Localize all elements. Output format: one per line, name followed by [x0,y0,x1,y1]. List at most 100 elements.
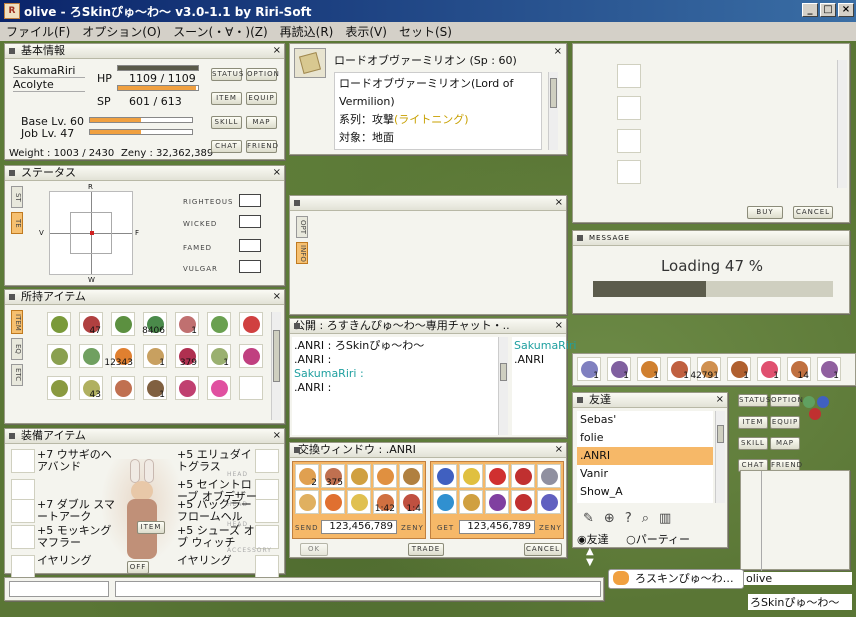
minimize-button[interactable]: _ [802,3,818,17]
chat-member[interactable]: SakumaRiri [514,339,576,353]
radio-friend[interactable]: ◉ [577,533,587,546]
inventory-slot[interactable] [79,344,103,368]
message-titlebar[interactable]: MESSAGE [573,231,849,246]
help-icon[interactable]: ? [625,511,632,526]
equip-slot[interactable] [255,525,279,549]
menu-set[interactable]: セット(S) [393,23,458,40]
mini-equip-button[interactable]: EQUIP [770,415,800,429]
trade-get-slot[interactable] [433,464,457,488]
trade-send-slot[interactable]: 375 [321,464,345,488]
tab-info[interactable]: INFO [296,242,308,264]
mini-option-button[interactable]: OPTION [770,394,803,407]
inventory-slot[interactable] [239,344,263,368]
chat-button[interactable]: CHAT [211,140,242,153]
radio-party[interactable]: ○ [626,533,636,546]
friend-button[interactable]: FRIEND [246,140,278,153]
friend-list-item[interactable]: Sebas' [577,411,713,429]
trade-get-slot[interactable] [511,464,535,488]
scroll-arrows-icon[interactable]: ▲ ▼ [586,546,594,568]
inventory-slot[interactable]: 8406 [142,312,167,336]
shop-slot[interactable] [617,160,641,184]
mini-item-button[interactable]: ITEM [738,415,768,429]
trade-get-slot[interactable] [485,490,509,514]
shop-cancel-button[interactable]: CANCEL [793,206,833,219]
friends-titlebar[interactable]: 友達 × [573,393,727,408]
inventory-slot[interactable] [47,376,71,400]
equip-slot[interactable] [11,449,35,473]
close-icon[interactable]: × [273,290,281,304]
equip-slot[interactable] [11,525,35,549]
hotkey-slot[interactable]: 14 [787,357,811,381]
inventory-slot[interactable] [207,376,231,400]
tab-te[interactable]: TE [11,212,23,234]
close-icon[interactable]: × [273,44,281,58]
tab-opt[interactable]: OPT [296,216,308,238]
inventory-slot[interactable]: 379 [175,344,199,368]
trade-send-slot[interactable]: 2 [295,464,319,488]
map-button[interactable]: MAP [246,116,277,129]
menu-file[interactable]: ファイル(F) [0,23,76,40]
trash-icon[interactable]: ▥ [659,511,671,526]
inventory-slot[interactable] [175,376,199,400]
friends-scrollbar[interactable] [715,411,725,503]
close-icon[interactable]: × [554,46,562,57]
trade-get-slot[interactable] [537,464,561,488]
inventory-slot[interactable] [207,312,231,336]
tab-etc[interactable]: ETC [11,364,23,386]
inventory-slot[interactable] [239,312,263,336]
basic-info-titlebar[interactable]: 基本情報 × [5,44,284,59]
equip-off-button[interactable]: OFF [127,561,149,574]
trade-titlebar[interactable]: 交換ウィンドウ : .ANRI × [290,443,566,458]
inventory-slot[interactable] [111,376,135,400]
maximize-button[interactable]: □ [820,3,836,17]
inventory-slot[interactable]: 1 [143,344,167,368]
get-zeny-field[interactable]: 123,456,789 [459,520,535,534]
inventory-slot[interactable] [47,312,71,336]
hotkey-slot[interactable]: 1 [817,357,841,381]
hotkey-slot[interactable]: 42791 [690,357,721,381]
trade-send-slot[interactable] [399,464,423,488]
trade-send-slot[interactable] [373,464,397,488]
close-icon[interactable]: × [555,196,563,210]
close-icon[interactable]: × [273,166,281,180]
menu-option[interactable]: オプション(O) [76,23,167,40]
send-zeny-field[interactable]: 123,456,789 [321,520,397,534]
search-icon[interactable]: ⌕ [642,511,649,526]
inventory-slot[interactable]: 1 [143,376,167,400]
option-titlebar[interactable]: × [290,196,566,211]
buy-button[interactable]: BUY [747,206,783,219]
trade-send-slot[interactable] [321,490,345,514]
chat-message-input[interactable] [115,581,601,597]
chat-member[interactable]: .ANRI [514,353,564,367]
inventory-titlebar[interactable]: 所持アイテム × [5,290,284,305]
trade-get-slot[interactable] [511,490,535,514]
mini-map-button[interactable]: MAP [770,437,800,450]
inventory-slot[interactable]: 47 [79,312,103,336]
friend-list-item[interactable]: folie [577,429,713,447]
shop-slot[interactable] [617,64,641,88]
friend-list-item[interactable]: .ANRI [577,447,713,465]
equip-slot[interactable] [11,499,35,523]
trade-send-slot[interactable] [347,490,371,514]
trade-get-slot[interactable] [459,464,483,488]
skill-button[interactable]: SKILL [211,116,242,129]
inventory-slot[interactable]: 43 [79,376,103,400]
trade-ok-button[interactable]: OK [300,543,328,556]
equip-slot[interactable] [11,555,35,579]
trade-send-slot[interactable] [347,464,371,488]
trade-button[interactable]: TRADE [408,543,444,556]
hotkey-slot[interactable]: 1 [667,357,691,381]
equipment-titlebar[interactable]: 装備アイテム × [5,429,284,444]
trade-get-slot[interactable] [459,490,483,514]
tab-item[interactable]: ITEM [11,310,23,334]
inventory-slot[interactable]: 1 [207,344,231,368]
shop-slot[interactable] [617,129,641,153]
status-button[interactable]: STATUS [211,68,243,81]
inventory-slot[interactable] [239,376,263,400]
inventory-scrollbar[interactable] [271,312,281,420]
hotkey-slot[interactable]: 1 [757,357,781,381]
shop-scrollbar[interactable] [837,60,847,188]
trade-get-slot[interactable] [433,490,457,514]
close-icon[interactable]: × [555,443,563,457]
trade-send-slot[interactable]: 1:42 [373,490,397,514]
